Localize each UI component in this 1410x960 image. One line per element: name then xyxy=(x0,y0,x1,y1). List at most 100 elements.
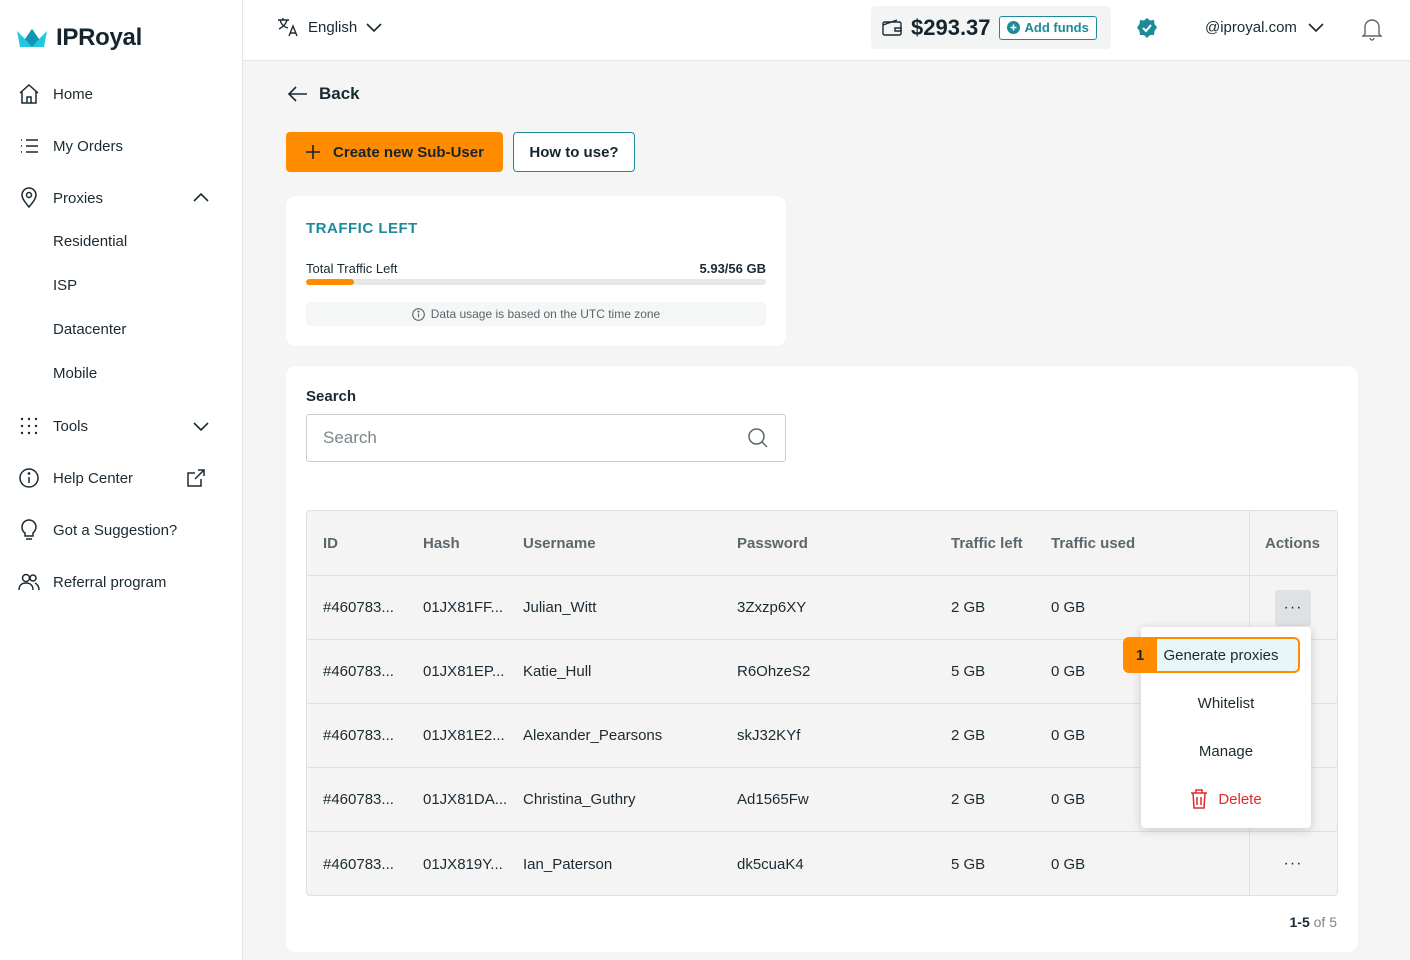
utc-note: Data usage is based on the UTC time zone xyxy=(306,302,766,326)
col-header-actions: Actions xyxy=(1265,534,1321,552)
balance-amount: $293.37 xyxy=(911,14,991,40)
col-header-id: ID xyxy=(323,534,338,552)
row-actions-button[interactable]: ··· xyxy=(1275,846,1311,882)
col-header-password: Password xyxy=(737,534,808,552)
sidebar-item-label: Proxies xyxy=(53,189,104,207)
sidebar-subitem-datacenter[interactable]: Datacenter xyxy=(53,321,126,338)
table-header: ID Hash Username Password Traffic left T… xyxy=(307,511,1337,576)
cell-password: 3Zxzp6XY xyxy=(737,599,807,616)
wallet-icon xyxy=(882,18,902,36)
cell-id: #460783... xyxy=(323,663,394,680)
cell-hash: 01JX81DA... xyxy=(423,791,508,808)
search-label: Search xyxy=(306,388,357,405)
sidebar-item-home[interactable]: Home xyxy=(18,78,218,110)
sidebar-subitem-mobile[interactable]: Mobile xyxy=(53,365,97,382)
col-header-hash: Hash xyxy=(423,534,460,552)
cell-username: Christina_Guthry xyxy=(523,791,636,808)
search-input[interactable] xyxy=(323,428,747,448)
utc-note-text: Data usage is based on the UTC time zone xyxy=(430,307,661,321)
translate-icon xyxy=(278,18,298,37)
sidebar-item-label: Home xyxy=(53,85,94,103)
cell-id: #460783... xyxy=(323,599,394,616)
row-actions-button[interactable]: ··· xyxy=(1275,589,1311,626)
topbar: English $293.37 Add funds @iproyal.com xyxy=(243,0,1410,61)
cell-username: Katie_Hull xyxy=(523,663,592,680)
cell-traffic-used: 0 GB xyxy=(1051,727,1086,744)
traffic-progress-bar xyxy=(306,279,766,285)
traffic-card: TRAFFIC LEFT Total Traffic Left 5.93/56 … xyxy=(286,196,786,346)
sidebar-item-suggestion[interactable]: Got a Suggestion? xyxy=(18,514,218,546)
cell-id: #460783... xyxy=(323,727,394,744)
sidebar-item-label: Referral program xyxy=(53,573,167,591)
info-icon xyxy=(411,307,425,321)
cell-traffic-used: 0 GB xyxy=(1051,791,1086,808)
cell-password: Ad1565Fw xyxy=(737,791,809,808)
account-menu[interactable]: @iproyal.com xyxy=(1205,18,1325,36)
cell-id: #460783... xyxy=(323,791,394,808)
sidebar-item-proxies[interactable]: Proxies xyxy=(18,182,218,214)
sidebar-item-help-center[interactable]: Help Center xyxy=(18,462,218,494)
create-sub-user-button[interactable]: Create new Sub-User xyxy=(286,132,503,172)
back-button[interactable]: Back xyxy=(287,84,360,104)
sidebar-item-label: Tools xyxy=(53,417,89,435)
step-badge: 1 xyxy=(1123,637,1157,673)
cell-traffic-used: 0 GB xyxy=(1051,855,1086,873)
search-field[interactable] xyxy=(306,414,786,462)
chevron-down-icon xyxy=(1308,23,1324,33)
pagination-total: of 5 xyxy=(1313,914,1337,930)
pagination-info: 1-5 of 5 xyxy=(1290,914,1337,930)
cell-traffic-used: 0 GB xyxy=(1051,599,1086,616)
traffic-progress-fill xyxy=(306,279,355,285)
users-icon xyxy=(18,571,40,593)
bell-icon[interactable] xyxy=(1361,17,1383,46)
col-header-traffic-left: Traffic left xyxy=(951,534,1023,552)
chevron-down-icon xyxy=(366,23,382,33)
home-icon xyxy=(18,83,40,105)
plus-icon xyxy=(306,145,321,159)
pagination-range: 1-5 xyxy=(1289,914,1310,930)
cell-username: Alexander_Pearsons xyxy=(523,727,663,744)
row-actions-menu: Generate proxies Whitelist Manage Delete xyxy=(1141,627,1311,828)
sidebar: IPRoyal Home My Orders Proxies Residenti… xyxy=(0,0,243,960)
menu-item-manage[interactable]: Manage xyxy=(1141,731,1311,771)
sidebar-subitem-isp[interactable]: ISP xyxy=(53,277,77,294)
search-icon[interactable] xyxy=(747,427,769,449)
create-sub-user-label: Create new Sub-User xyxy=(333,143,484,161)
crown-icon xyxy=(17,29,47,47)
logo[interactable]: IPRoyal xyxy=(16,24,142,52)
language-label: English xyxy=(308,18,358,36)
how-to-use-button[interactable]: How to use? xyxy=(513,132,635,172)
cell-hash: 01JX819Y... xyxy=(423,855,503,873)
cell-username: Ian_Paterson xyxy=(523,855,613,873)
chevron-down-icon[interactable] xyxy=(192,417,210,439)
info-icon xyxy=(18,467,40,489)
chevron-up-icon[interactable] xyxy=(192,189,210,211)
language-selector[interactable]: English xyxy=(276,16,383,38)
add-funds-label: Add funds xyxy=(1024,20,1089,35)
cell-traffic-left: 2 GB xyxy=(951,791,986,808)
trash-icon xyxy=(1191,789,1208,809)
cell-traffic-used: 0 GB xyxy=(1051,663,1086,680)
add-funds-button[interactable]: Add funds xyxy=(998,15,1097,40)
col-header-username: Username xyxy=(523,534,596,552)
sidebar-item-tools[interactable]: Tools xyxy=(18,410,218,442)
cell-traffic-left: 2 GB xyxy=(951,599,986,616)
menu-item-generate-proxies[interactable]: Generate proxies xyxy=(1142,637,1300,673)
menu-item-delete[interactable]: Delete xyxy=(1141,779,1311,819)
traffic-title: TRAFFIC LEFT xyxy=(306,220,418,237)
cell-traffic-left: 5 GB xyxy=(951,663,986,680)
sidebar-subitem-residential[interactable]: Residential xyxy=(53,233,127,250)
list-icon xyxy=(18,135,40,157)
cell-password: skJ32KYf xyxy=(737,727,801,744)
delete-label: Delete xyxy=(1218,790,1262,808)
sidebar-item-referral[interactable]: Referral program xyxy=(18,566,218,598)
menu-item-whitelist[interactable]: Whitelist xyxy=(1141,683,1311,723)
brand-name: IPRoyal xyxy=(56,24,142,51)
cell-password: R6OhzeS2 xyxy=(737,663,811,680)
cell-traffic-left: 2 GB xyxy=(951,727,986,744)
cell-hash: 01JX81EP... xyxy=(423,663,505,680)
traffic-value: 5.93/56 GB xyxy=(699,261,767,276)
cell-id: #460783... xyxy=(323,855,394,873)
sidebar-item-label: Help Center xyxy=(53,469,134,487)
sidebar-item-my-orders[interactable]: My Orders xyxy=(18,130,218,162)
